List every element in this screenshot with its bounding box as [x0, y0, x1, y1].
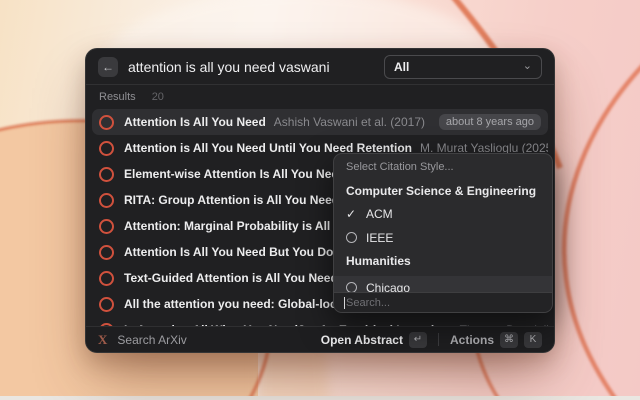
search-bar: ← attention is all you need vaswani All … — [86, 49, 554, 85]
citation-option-ieee[interactable]: IEEE — [334, 226, 552, 250]
section-cs-engineering: Computer Science & Engineering — [334, 180, 552, 202]
citation-option-label: ACM — [366, 207, 393, 221]
arxiv-logo: X — [98, 333, 107, 346]
arxiv-paper-icon — [99, 271, 114, 286]
action-bar: X Search ArXiv Open Abstract ↵ Actions ⌘… — [86, 326, 554, 352]
filter-value: All — [394, 60, 409, 74]
extension-name: Search ArXiv — [117, 333, 186, 347]
arxiv-paper-icon — [99, 167, 114, 182]
popover-title: Select Citation Style... — [334, 154, 552, 180]
citation-style-popover: Select Citation Style... Computer Scienc… — [333, 153, 553, 313]
filter-dropdown[interactable]: All ⌄ — [384, 55, 542, 79]
popover-search-field[interactable]: Search... — [334, 292, 552, 312]
check-icon: ✓ — [346, 208, 366, 220]
result-row[interactable]: Is Attention All What You Need? -- An Em… — [92, 317, 548, 326]
arxiv-paper-icon — [99, 219, 114, 234]
result-row[interactable]: Attention Is All You Need Ashish Vaswani… — [92, 109, 548, 135]
popover-search-placeholder: Search... — [346, 297, 390, 309]
arxiv-paper-icon — [99, 245, 114, 260]
result-age-badge: about 8 years ago — [439, 114, 541, 130]
results-label: Results — [99, 91, 136, 103]
chevron-down-icon: ⌄ — [523, 61, 532, 72]
back-button[interactable]: ← — [98, 57, 118, 77]
result-title: Element-wise Attention Is All You Need — [124, 167, 345, 181]
actions-button[interactable]: Actions — [450, 333, 494, 347]
command-key-icon: ⌘ — [500, 332, 518, 348]
results-count: 20 — [152, 91, 164, 103]
footer-divider — [438, 333, 439, 346]
k-key-icon: K — [524, 332, 542, 348]
search-input[interactable]: attention is all you need vaswani — [128, 59, 330, 75]
citation-option-label: IEEE — [366, 231, 393, 245]
action-bar-right: Open Abstract ↵ Actions ⌘ K — [321, 332, 542, 348]
results-header: Results 20 — [86, 85, 554, 109]
open-abstract-button[interactable]: Open Abstract — [321, 333, 403, 347]
arxiv-paper-icon — [99, 115, 114, 130]
result-subtitle: Ashish Vaswani et al. (2017) — [274, 115, 425, 129]
arxiv-paper-icon — [99, 297, 114, 312]
return-key-icon: ↵ — [409, 332, 427, 348]
result-title: Attention Is All You Need — [124, 115, 266, 129]
radio-circle-icon — [346, 232, 366, 245]
back-arrow-icon: ← — [102, 61, 114, 73]
arxiv-paper-icon — [99, 193, 114, 208]
arxiv-paper-icon — [99, 141, 114, 156]
citation-option-acm[interactable]: ✓ ACM — [334, 202, 552, 226]
section-humanities: Humanities — [334, 250, 552, 272]
text-caret — [344, 297, 345, 309]
